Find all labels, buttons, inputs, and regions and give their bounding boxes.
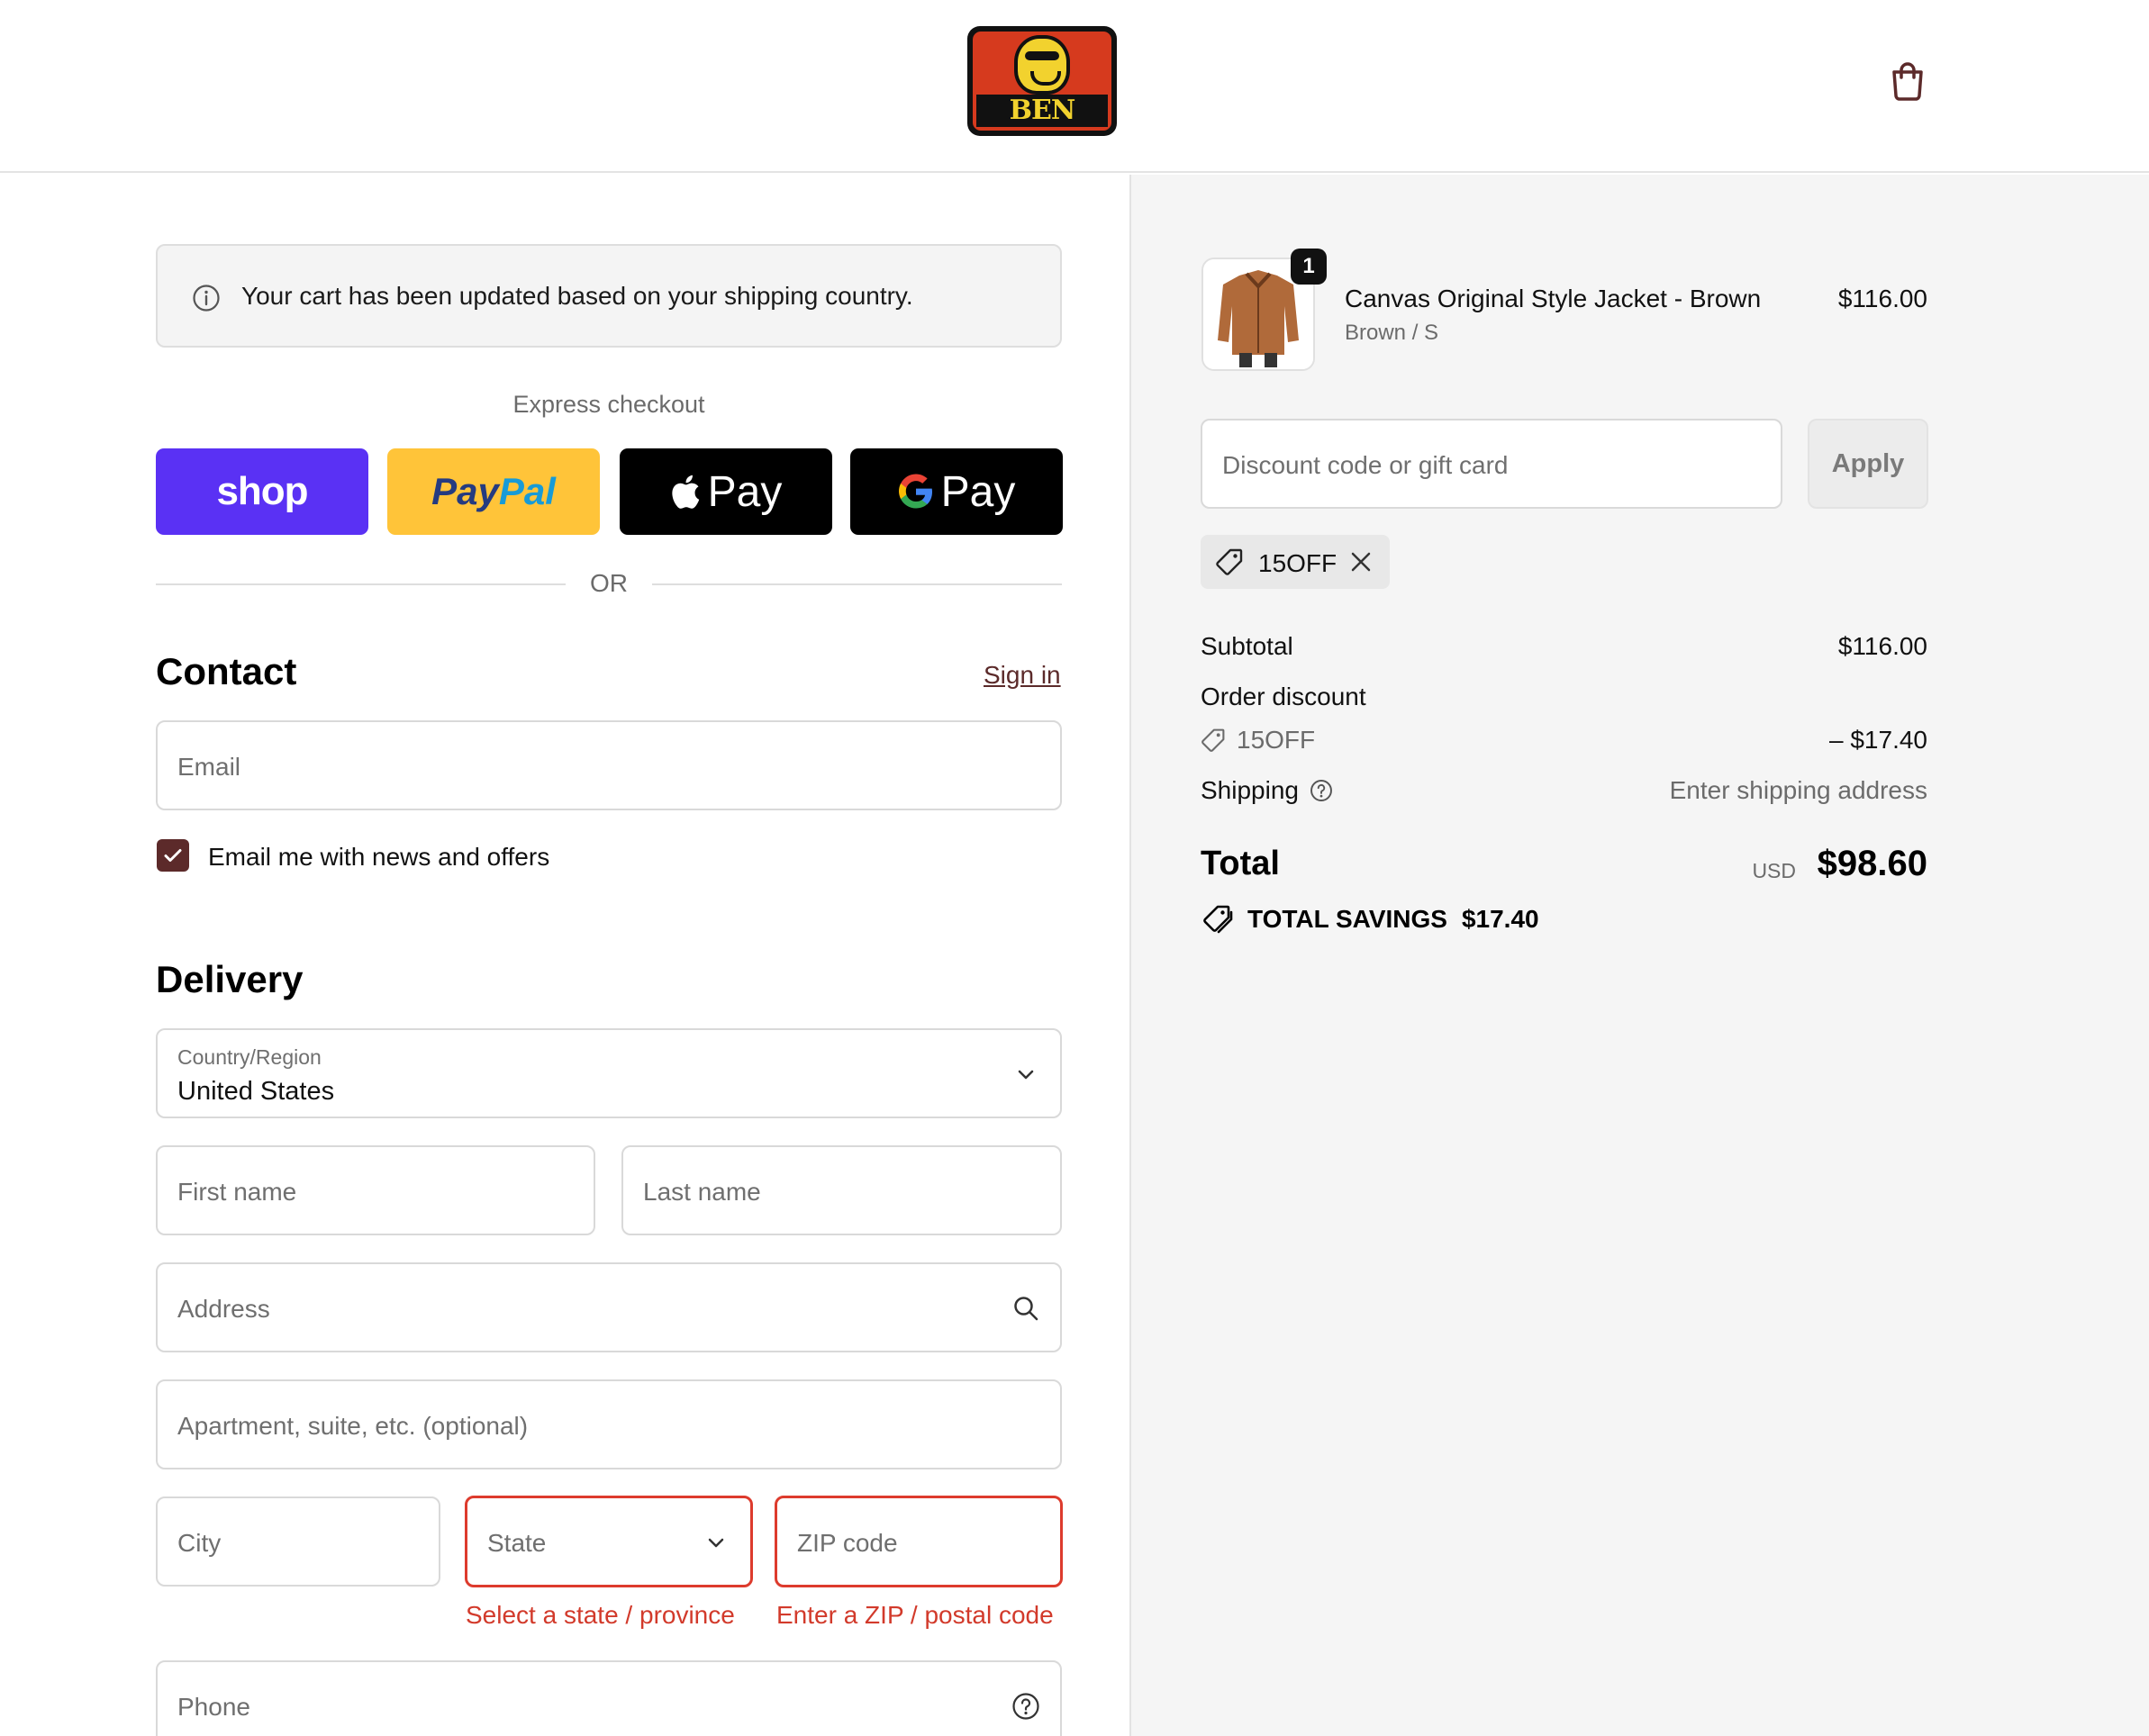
shop-pay-button[interactable]: shop <box>156 448 368 535</box>
apartment-field[interactable]: Apartment, suite, etc. (optional) <box>156 1379 1062 1469</box>
newsletter-checkbox[interactable] <box>157 839 189 872</box>
applied-discount-chip: 15OFF <box>1201 535 1390 589</box>
shipping-value: Enter shipping address <box>1669 776 1927 804</box>
apple-icon <box>671 475 699 509</box>
state-error: Select a state / province <box>466 1601 735 1629</box>
checkmark-icon <box>164 849 182 862</box>
apply-button[interactable]: Apply <box>1808 419 1928 509</box>
zip-field[interactable]: ZIP code <box>775 1496 1063 1587</box>
paypal-button[interactable]: Pay Pal <box>387 448 600 535</box>
email-placeholder: Email <box>177 753 241 781</box>
ben-davis-logo[interactable]: BEN DAVIS <box>967 26 1117 136</box>
total-currency: USD <box>1752 859 1796 882</box>
newsletter-label: Email me with news and offers <box>208 843 550 871</box>
country-label: Country/Region <box>177 1045 322 1069</box>
google-pay-label: Pay <box>940 467 1016 516</box>
tag-icon <box>1201 728 1225 752</box>
country-select[interactable]: Country/Region United States <box>156 1028 1062 1118</box>
zip-error: Enter a ZIP / postal code <box>776 1601 1054 1629</box>
chevron-down-icon <box>708 1538 724 1548</box>
state-placeholder: State <box>487 1529 547 1557</box>
shipping-label: Shipping <box>1201 776 1299 804</box>
discount-code-input[interactable]: Discount code or gift card <box>1201 419 1782 509</box>
shopping-bag-icon[interactable] <box>1890 59 1926 101</box>
gorilla-face-icon <box>1014 35 1070 95</box>
paypal-label-2: Pal <box>498 470 556 512</box>
product-variant: Brown / S <box>1345 321 1439 345</box>
checkout-header: BEN DAVIS <box>0 0 2149 173</box>
delivery-title: Delivery <box>156 958 304 1000</box>
city-field[interactable]: City <box>156 1496 440 1587</box>
discount-code-row: 15OFF <box>1201 726 1315 755</box>
order-summary-panel <box>1129 175 2149 1736</box>
chevron-down-icon <box>1018 1070 1034 1080</box>
phone-placeholder: Phone <box>177 1693 250 1721</box>
discount-value: – $17.40 <box>1829 726 1927 754</box>
tags-icon <box>1203 905 1233 934</box>
total-savings: TOTAL SAVINGS $17.40 <box>1201 904 1539 935</box>
email-field[interactable]: Email <box>156 720 1062 810</box>
last-name-field[interactable]: Last name <box>621 1145 1062 1235</box>
subtotal-value: $116.00 <box>1837 632 1927 660</box>
discount-placeholder: Discount code or gift card <box>1222 451 1509 479</box>
help-circle-icon[interactable] <box>1310 779 1333 802</box>
first-name-field[interactable]: First name <box>156 1145 595 1235</box>
google-pay-button[interactable]: Pay <box>850 448 1063 535</box>
info-icon <box>193 285 220 312</box>
address-placeholder: Address <box>177 1295 270 1323</box>
product-price: $116.00 <box>1837 285 1927 312</box>
divider-left <box>156 583 566 585</box>
apartment-placeholder: Apartment, suite, etc. (optional) <box>177 1412 529 1440</box>
applied-code: 15OFF <box>1258 549 1337 577</box>
country-value: United States <box>177 1077 335 1106</box>
savings-label: TOTAL SAVINGS <box>1247 905 1447 933</box>
order-discount-label: Order discount <box>1201 683 1366 710</box>
city-placeholder: City <box>177 1529 222 1557</box>
or-divider-text: OR <box>590 569 628 597</box>
zip-placeholder: ZIP code <box>797 1529 898 1557</box>
subtotal-label: Subtotal <box>1201 632 1293 660</box>
help-circle-icon[interactable] <box>1011 1692 1040 1721</box>
shipping-row: Shipping <box>1201 776 1333 805</box>
logo-text: BEN DAVIS <box>976 95 1108 131</box>
divider-right <box>652 583 1062 585</box>
shop-pay-label: shop <box>216 469 308 513</box>
remove-discount-icon[interactable] <box>1348 549 1374 574</box>
product-name: Canvas Original Style Jacket - Brown <box>1345 285 1762 312</box>
phone-field[interactable]: Phone <box>156 1660 1062 1736</box>
tag-icon <box>1216 548 1243 575</box>
sign-in-link[interactable]: Sign in <box>984 661 1061 690</box>
paypal-label-1: Pay <box>431 470 499 512</box>
google-g-icon <box>898 474 932 509</box>
logo-badge: BEN DAVIS <box>973 32 1111 131</box>
search-icon <box>1014 1297 1038 1321</box>
contact-title: Contact <box>156 650 297 692</box>
state-select[interactable]: State <box>465 1496 753 1587</box>
express-checkout-title: Express checkout <box>512 391 705 418</box>
cart-updated-notice: Your cart has been updated based on your… <box>156 244 1062 348</box>
first-name-placeholder: First name <box>177 1178 297 1206</box>
address-field[interactable]: Address <box>156 1262 1062 1352</box>
total-label: Total <box>1201 845 1280 882</box>
discount-code-text: 15OFF <box>1237 726 1316 754</box>
notice-text: Your cart has been updated based on your… <box>241 282 913 310</box>
apple-pay-button[interactable]: Pay <box>620 448 832 535</box>
quantity-badge: 1 <box>1291 249 1327 285</box>
apple-pay-label: Pay <box>707 467 783 516</box>
last-name-placeholder: Last name <box>643 1178 761 1206</box>
total-value: $98.60 <box>1817 844 1927 883</box>
savings-value: $17.40 <box>1461 905 1539 933</box>
